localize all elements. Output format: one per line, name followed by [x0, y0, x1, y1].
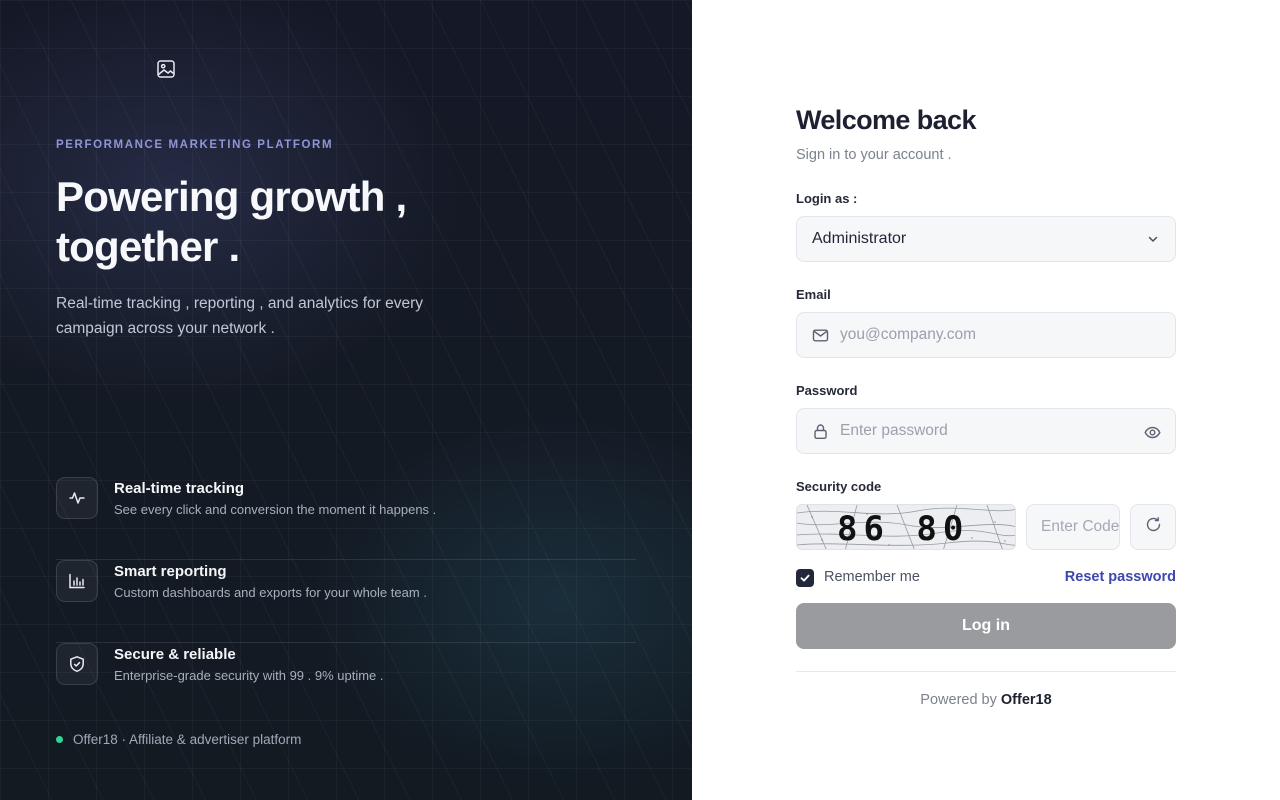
- login-form: Welcome back Sign in to your account . L…: [796, 105, 1176, 708]
- email-field-wrapper: [796, 312, 1176, 358]
- refresh-captcha-button[interactable]: [1130, 504, 1176, 550]
- page-subtitle: Sign in to your account .: [796, 147, 952, 163]
- eye-icon[interactable]: [1144, 424, 1161, 446]
- refresh-icon: [1145, 516, 1162, 538]
- captcha-row: 86 80: [796, 504, 1176, 550]
- email-input[interactable]: [797, 313, 1175, 357]
- security-code-input[interactable]: [1027, 505, 1119, 549]
- mail-icon: [812, 327, 829, 349]
- login-as-value: Administrator: [812, 230, 907, 247]
- hero-line-1: Powering growth ,: [56, 173, 407, 220]
- password-field-wrapper: [796, 408, 1176, 454]
- brand-panel: PERFORMANCE MARKETING PLATFORM Powering …: [0, 0, 692, 800]
- feature-description: See every click and conversion the momen…: [114, 502, 437, 517]
- feature-description: Custom dashboards and exports for your w…: [114, 585, 427, 600]
- captcha-image: 86 80: [796, 504, 1016, 550]
- email-label: Email: [796, 287, 831, 302]
- hero-subtitle: Real-time tracking , reporting , and ana…: [56, 295, 423, 337]
- reset-password-link[interactable]: Reset password: [1065, 569, 1176, 585]
- password-input[interactable]: [797, 409, 1175, 453]
- platform-footer-text: Offer18 · Affiliate & advertiser platfor…: [73, 732, 302, 747]
- powered-by-prefix: Powered by: [920, 692, 997, 708]
- feature-title: Secure & reliable: [114, 646, 236, 663]
- feature-description: Enterprise-grade security with 99 . 9% u…: [114, 668, 384, 683]
- remember-me-checkbox[interactable]: [796, 569, 814, 587]
- captcha-code: 86 80: [837, 509, 970, 549]
- feature-title: Smart reporting: [114, 563, 227, 580]
- platform-footer: Offer18 · Affiliate & advertiser platfor…: [56, 732, 301, 747]
- status-dot-icon: [56, 736, 63, 743]
- bar-chart-icon: [56, 560, 98, 602]
- feature-item: Secure & reliable Enterprise-grade secur…: [56, 643, 636, 726]
- remember-me-label[interactable]: Remember me: [824, 569, 920, 585]
- powered-by: Powered by Offer18: [796, 692, 1176, 708]
- feature-item: Real-time tracking See every click and c…: [56, 477, 636, 560]
- login-button[interactable]: Log in: [796, 603, 1176, 649]
- login-as-select[interactable]: Administrator: [796, 216, 1176, 262]
- hero-heading: Powering growth , together .: [56, 172, 496, 272]
- divider: [796, 671, 1176, 672]
- page-title: Welcome back: [796, 105, 976, 135]
- login-as-label: Login as :: [796, 191, 858, 206]
- lock-icon: [812, 423, 829, 445]
- shield-check-icon: [56, 643, 98, 685]
- feature-title: Real-time tracking: [114, 480, 245, 497]
- eyebrow-label: PERFORMANCE MARKETING PLATFORM: [56, 139, 334, 151]
- code-field-wrapper: [1026, 504, 1120, 550]
- hero-line-2: together .: [56, 223, 240, 270]
- feature-list: Real-time tracking See every click and c…: [56, 477, 636, 726]
- activity-icon: [56, 477, 98, 519]
- form-options: Remember me Reset password: [796, 568, 1176, 588]
- image-icon: [156, 59, 176, 79]
- chevron-down-icon: [1146, 232, 1160, 251]
- security-code-label: Security code: [796, 479, 882, 494]
- feature-item: Smart reporting Custom dashboards and ex…: [56, 560, 636, 643]
- password-label: Password: [796, 383, 858, 398]
- login-panel: Welcome back Sign in to your account . L…: [692, 0, 1280, 800]
- powered-by-brand: Offer18: [1000, 692, 1052, 708]
